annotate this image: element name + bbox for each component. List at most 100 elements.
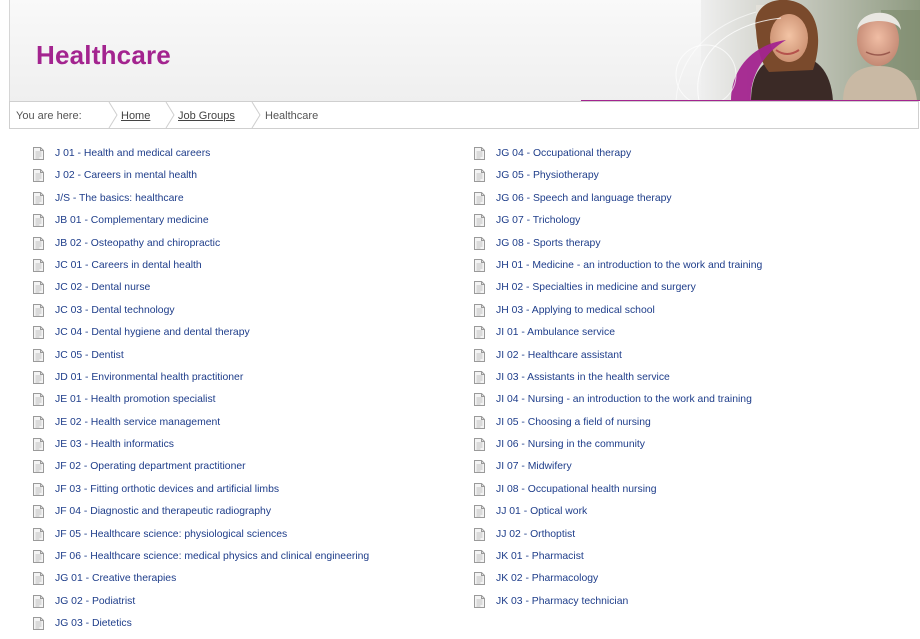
list-item: JG 08 - Sports therapy [474, 236, 762, 258]
job-link[interactable]: JG 04 - Occupational therapy [496, 146, 631, 162]
job-link[interactable]: JJ 01 - Optical work [496, 504, 587, 520]
list-item: JG 06 - Speech and language therapy [474, 191, 762, 213]
job-link[interactable]: JI 05 - Choosing a field of nursing [496, 415, 651, 431]
job-link[interactable]: JC 01 - Careers in dental health [55, 258, 202, 274]
job-link[interactable]: JH 01 - Medicine - an introduction to th… [496, 258, 762, 274]
job-link[interactable]: JG 01 - Creative therapies [55, 571, 176, 587]
job-link[interactable]: J/S - The basics: healthcare [55, 191, 184, 207]
document-icon [33, 438, 44, 452]
document-icon [33, 258, 44, 272]
job-link[interactable]: J 01 - Health and medical careers [55, 146, 210, 162]
job-link[interactable]: JG 03 - Dietetics [55, 616, 132, 632]
document-icon [474, 460, 485, 474]
document-icon [474, 169, 485, 183]
job-link[interactable]: JG 05 - Physiotherapy [496, 168, 599, 184]
job-link[interactable]: JI 01 - Ambulance service [496, 325, 615, 341]
job-link[interactable]: JI 07 - Midwifery [496, 459, 572, 475]
document-icon [33, 617, 44, 631]
list-item: JJ 02 - Orthoptist [474, 527, 762, 549]
job-link[interactable]: JE 01 - Health promotion specialist [55, 392, 216, 408]
breadcrumb-job-groups-link[interactable]: Job Groups [178, 110, 235, 122]
document-icon [474, 326, 485, 340]
document-icon [33, 214, 44, 228]
job-link[interactable]: JI 04 - Nursing - an introduction to the… [496, 392, 752, 408]
job-link[interactable]: JG 08 - Sports therapy [496, 236, 601, 252]
document-icon [33, 370, 44, 384]
list-item: JI 07 - Midwifery [474, 459, 762, 481]
document-icon [474, 550, 485, 564]
job-link[interactable]: JK 03 - Pharmacy technician [496, 594, 628, 610]
document-icon [474, 527, 485, 541]
document-icon [33, 594, 44, 608]
job-link[interactable]: JF 04 - Diagnostic and therapeutic radio… [55, 504, 271, 520]
list-item: JE 01 - Health promotion specialist [33, 392, 369, 414]
list-item: JF 04 - Diagnostic and therapeutic radio… [33, 504, 369, 526]
list-item: J 01 - Health and medical careers [33, 146, 369, 168]
document-icon [474, 214, 485, 228]
list-item: JI 02 - Healthcare assistant [474, 348, 762, 370]
list-item: JG 07 - Trichology [474, 213, 762, 235]
list-item: JF 02 - Operating department practitione… [33, 459, 369, 481]
chevron-right-icon [251, 102, 261, 128]
list-item: JK 01 - Pharmacist [474, 549, 762, 571]
job-link[interactable]: JF 05 - Healthcare science: physiologica… [55, 527, 287, 543]
document-icon [33, 550, 44, 564]
job-link[interactable]: JI 08 - Occupational health nursing [496, 482, 657, 498]
job-link[interactable]: JG 06 - Speech and language therapy [496, 191, 672, 207]
job-link[interactable]: JB 01 - Complementary medicine [55, 213, 209, 229]
job-link[interactable]: JB 02 - Osteopathy and chiropractic [55, 236, 220, 252]
list-item: J/S - The basics: healthcare [33, 191, 369, 213]
document-icon [33, 460, 44, 474]
job-link[interactable]: JD 01 - Environmental health practitione… [55, 370, 243, 386]
document-icon [474, 370, 485, 384]
job-link[interactable]: JH 03 - Applying to medical school [496, 303, 655, 319]
job-link[interactable]: JI 02 - Healthcare assistant [496, 348, 622, 364]
document-icon [474, 415, 485, 429]
list-item: J 02 - Careers in mental health [33, 168, 369, 190]
job-link[interactable]: JC 02 - Dental nurse [55, 280, 150, 296]
job-link[interactable]: JC 03 - Dental technology [55, 303, 175, 319]
document-icon [33, 572, 44, 586]
job-link[interactable]: JE 02 - Health service management [55, 415, 220, 431]
job-link[interactable]: JC 05 - Dentist [55, 348, 124, 364]
list-item: JI 04 - Nursing - an introduction to the… [474, 392, 762, 414]
document-icon [474, 505, 485, 519]
page-banner: Healthcare [9, 0, 920, 101]
job-link[interactable]: JJ 02 - Orthoptist [496, 527, 575, 543]
document-icon [33, 236, 44, 250]
document-icon [474, 393, 485, 407]
list-item: JC 02 - Dental nurse [33, 280, 369, 302]
job-link[interactable]: JF 02 - Operating department practitione… [55, 459, 246, 475]
list-item: JI 03 - Assistants in the health service [474, 370, 762, 392]
document-icon [33, 326, 44, 340]
job-link[interactable]: JK 01 - Pharmacist [496, 549, 584, 565]
list-item: JB 02 - Osteopathy and chiropractic [33, 236, 369, 258]
breadcrumb-lead: You are here: [16, 110, 82, 122]
list-item: JF 06 - Healthcare science: medical phys… [33, 549, 369, 571]
job-link[interactable]: JG 02 - Podiatrist [55, 594, 135, 610]
list-item: JJ 01 - Optical work [474, 504, 762, 526]
job-link[interactable]: JG 07 - Trichology [496, 213, 580, 229]
list-item: JG 03 - Dietetics [33, 616, 369, 638]
job-link[interactable]: JF 06 - Healthcare science: medical phys… [55, 549, 369, 565]
list-item: JH 03 - Applying to medical school [474, 303, 762, 325]
job-link[interactable]: JI 06 - Nursing in the community [496, 437, 645, 453]
list-item: JC 05 - Dentist [33, 348, 369, 370]
list-item: JK 02 - Pharmacology [474, 571, 762, 593]
job-link[interactable]: J 02 - Careers in mental health [55, 168, 197, 184]
breadcrumb-home-link[interactable]: Home [121, 110, 150, 122]
job-list-right: JG 04 - Occupational therapy JG 05 - Phys… [474, 146, 762, 616]
document-icon [33, 393, 44, 407]
list-item: JF 03 - Fitting orthotic devices and art… [33, 482, 369, 504]
job-link[interactable]: JC 04 - Dental hygiene and dental therap… [55, 325, 250, 341]
document-icon [474, 438, 485, 452]
list-item: JC 03 - Dental technology [33, 303, 369, 325]
document-icon [474, 594, 485, 608]
job-link[interactable]: JE 03 - Health informatics [55, 437, 174, 453]
job-link[interactable]: JH 02 - Specialties in medicine and surg… [496, 280, 696, 296]
job-link[interactable]: JF 03 - Fitting orthotic devices and art… [55, 482, 279, 498]
job-link[interactable]: JI 03 - Assistants in the health service [496, 370, 670, 386]
list-item: JI 01 - Ambulance service [474, 325, 762, 347]
document-icon [474, 572, 485, 586]
job-link[interactable]: JK 02 - Pharmacology [496, 571, 598, 587]
